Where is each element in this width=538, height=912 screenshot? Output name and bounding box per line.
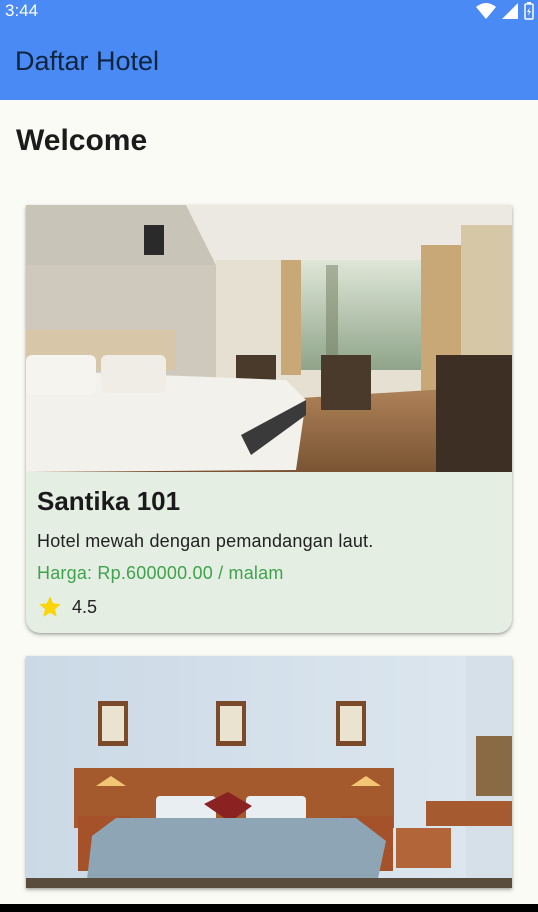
welcome-heading: Welcome xyxy=(16,124,148,157)
hotel-rating: 4.5 xyxy=(37,594,501,620)
hotel-card[interactable]: Santika 101 Hotel mewah dengan pemandang… xyxy=(26,205,512,633)
hotel-image xyxy=(26,656,512,888)
hotel-description: Hotel mewah dengan pemandangan laut. xyxy=(37,531,374,551)
star-icon xyxy=(39,596,61,617)
hotel-card-body: Santika 101 Hotel mewah dengan pemandang… xyxy=(37,486,501,620)
status-bar: 3:44 xyxy=(0,0,538,24)
hotel-price: Harga: Rp.600000.00 / malam xyxy=(37,563,284,583)
battery-icon xyxy=(524,2,534,20)
hotel-card[interactable] xyxy=(26,656,512,888)
hotel-name: Santika 101 xyxy=(37,486,181,516)
hotel-image xyxy=(26,205,512,472)
status-icons xyxy=(476,2,534,20)
status-time: 3:44 xyxy=(5,1,39,20)
app-bar: Daftar Hotel xyxy=(0,24,538,100)
bottom-edge xyxy=(0,904,538,912)
rating-value: 4.5 xyxy=(72,596,98,617)
app-bar-title: Daftar Hotel xyxy=(15,46,160,76)
wifi-icon xyxy=(476,3,496,19)
cellular-signal-icon xyxy=(502,3,518,19)
